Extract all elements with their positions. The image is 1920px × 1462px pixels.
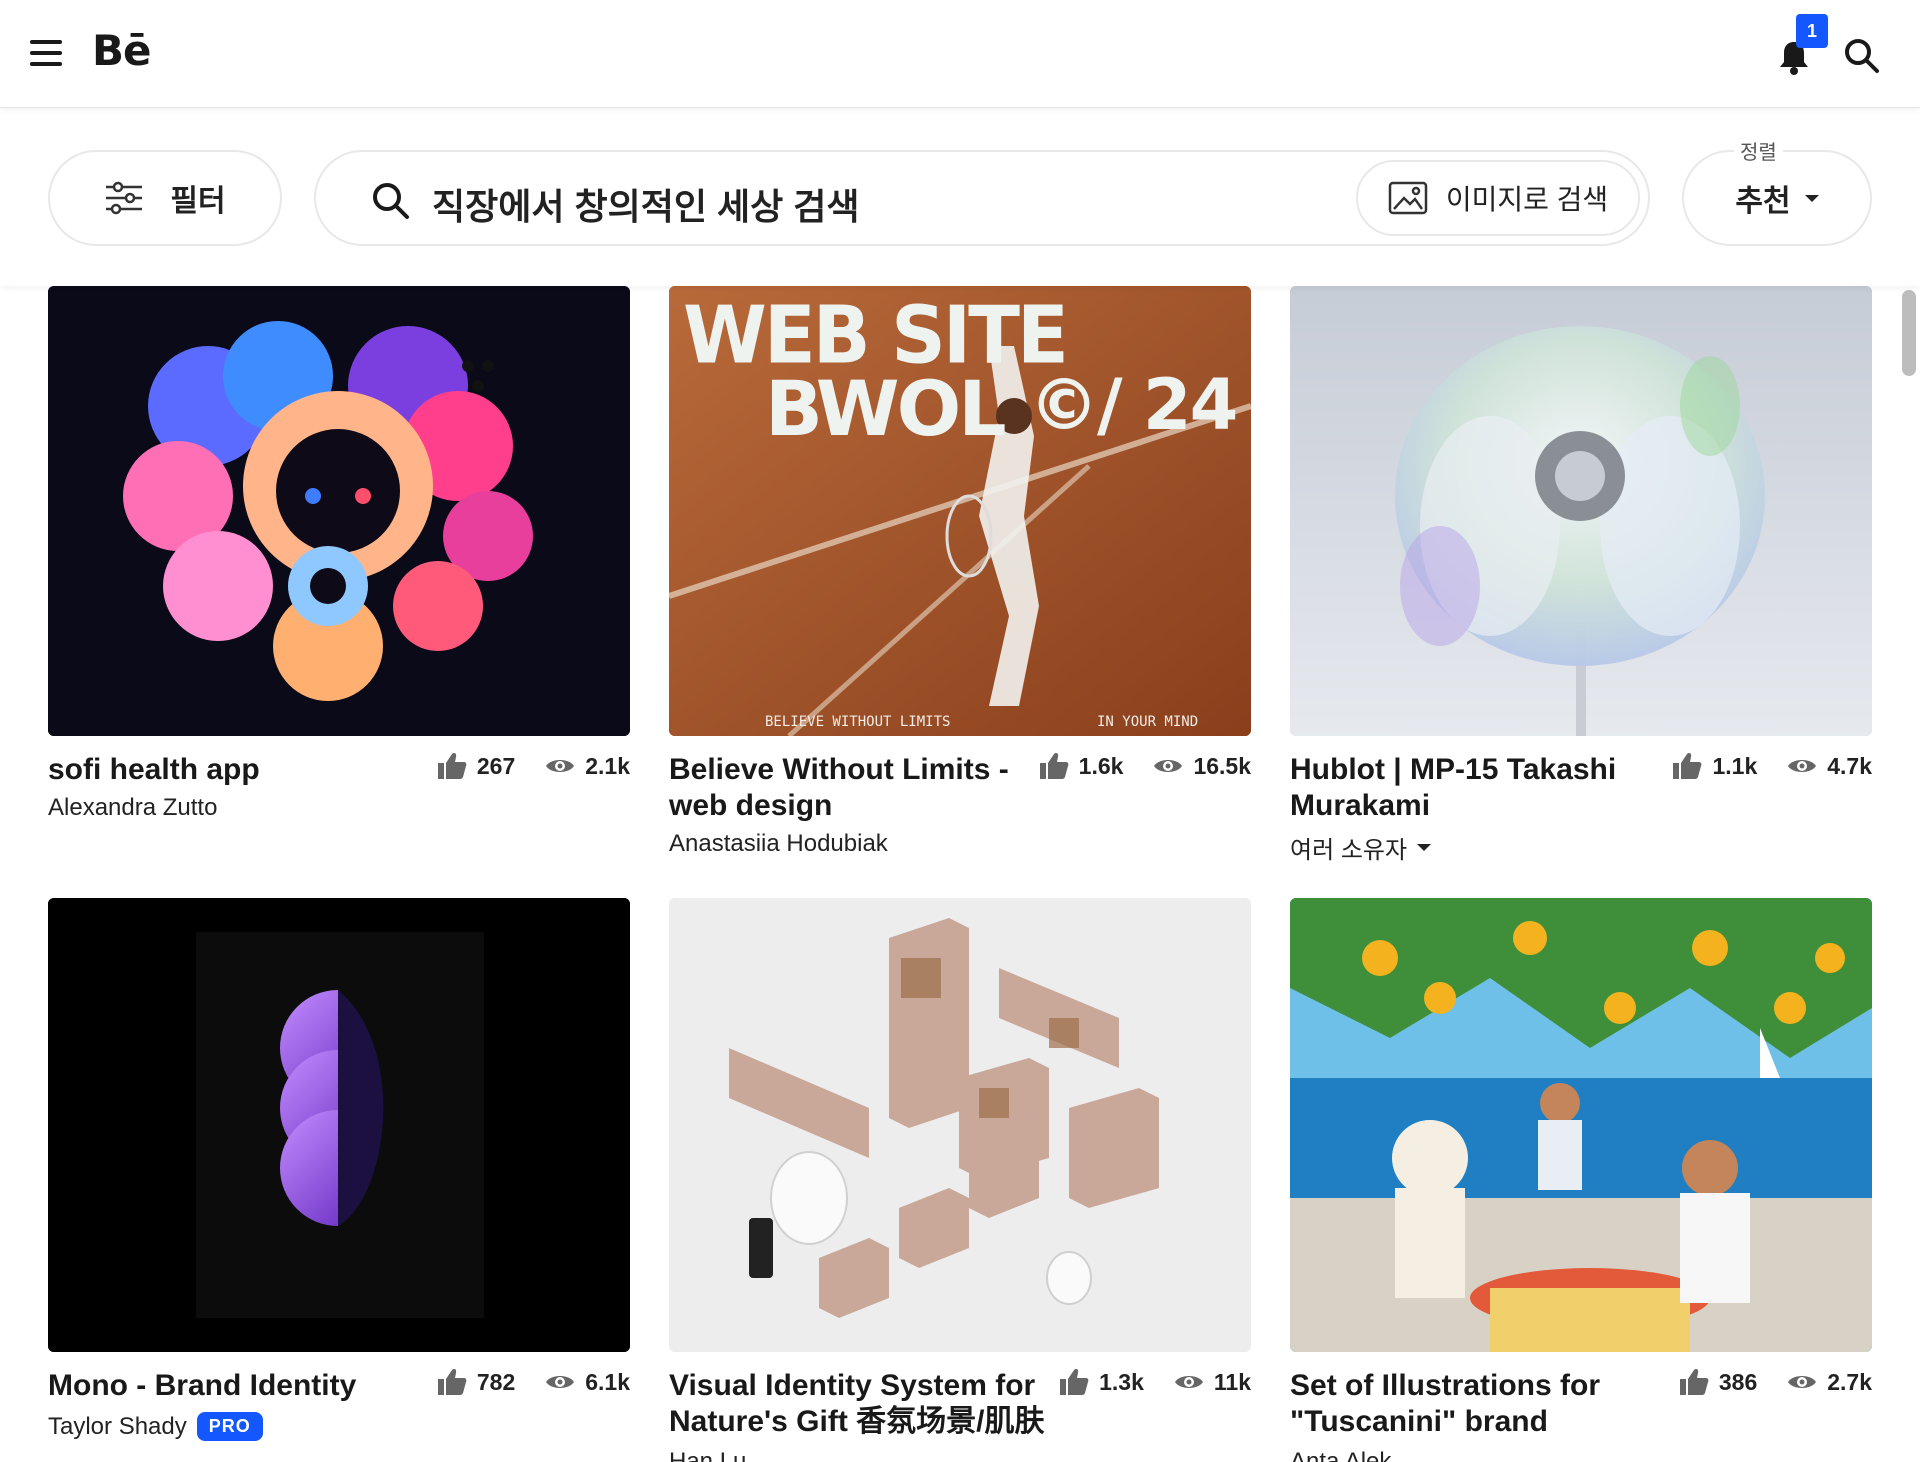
project-stats: 386 2.7k: [1679, 1368, 1872, 1396]
project-owner[interactable]: Taylor Shady PRO: [48, 1412, 263, 1441]
view-count: 2.1k: [585, 752, 630, 779]
search-field[interactable]: 직장에서 창의적인 세상 검색 이미지로 검색: [314, 150, 1650, 246]
thumbs-up-icon: [1039, 753, 1069, 779]
artwork-footer-right: IN YOUR MIND: [1097, 714, 1199, 730]
project-stats: 782 6.1k: [437, 1368, 630, 1396]
project-title[interactable]: Believe Without Limits - web design: [669, 752, 1029, 824]
owner-name: Alexandra Zutto: [48, 794, 218, 821]
like-count: 1.1k: [1712, 752, 1758, 779]
eye-icon: [1788, 760, 1817, 772]
project-title[interactable]: sofi health app: [48, 752, 428, 788]
project-thumbnail[interactable]: [1290, 286, 1872, 736]
like-count: 1.6k: [1078, 752, 1124, 779]
top-nav-bar: Bē 1: [0, 0, 1920, 108]
thumbs-up-icon: [1060, 1369, 1089, 1395]
project-card: sofi health app 267 2.1k Alexandra Zutto: [48, 286, 630, 856]
hublot-flower-render: [1290, 286, 1872, 736]
like-count: 267: [476, 752, 516, 779]
owner-name: Han Lu: [669, 1448, 747, 1462]
project-owner[interactable]: Anastasiia Hodubiak: [669, 830, 888, 858]
owner-name: 여러 소유자: [1290, 837, 1408, 864]
thumbs-up-icon: [437, 1369, 467, 1395]
pro-badge: PRO: [196, 1412, 263, 1441]
tuscanini-illustration: [1290, 898, 1872, 1352]
project-card: Mono - Brand Identity 782 6.1k Taylor Sh…: [48, 898, 630, 1462]
like-count: 782: [476, 1368, 516, 1395]
mono-poster: [48, 898, 630, 1352]
eye-icon: [1788, 1376, 1817, 1388]
project-stats: 1.6k 16.5k: [1039, 752, 1251, 780]
thumbs-up-icon: [437, 753, 467, 779]
filter-bar: 필터 직장에서 창의적인 세상 검색 이미지로 검색 정렬 추천: [0, 108, 1920, 286]
eye-icon: [546, 760, 575, 772]
notification-count-badge: 1: [1796, 14, 1828, 48]
multiple-owners-dropdown[interactable]: 여러 소유자: [1290, 830, 1432, 865]
packaging-photo: [669, 898, 1251, 1352]
search-icon[interactable]: [1842, 36, 1880, 74]
project-title[interactable]: Hublot | MP-15 Takashi Murakami: [1290, 752, 1630, 824]
owner-name: Anta Alek: [1290, 1448, 1392, 1462]
eye-icon: [1154, 760, 1183, 772]
project-title[interactable]: Visual Identity System for Nature's Gift…: [669, 1368, 1049, 1440]
menu-icon[interactable]: [30, 40, 62, 66]
image-search-button[interactable]: 이미지로 검색: [1356, 160, 1640, 236]
behance-logo[interactable]: Bē: [92, 26, 151, 75]
thumbs-up-icon: [1679, 1369, 1709, 1395]
thumbs-up-icon: [1673, 753, 1702, 779]
image-icon: [1388, 181, 1428, 215]
eye-icon: [546, 1376, 575, 1388]
project-owner[interactable]: Anta Alek: [1290, 1448, 1391, 1462]
sofi-illustration: [48, 286, 630, 736]
owner-name: Anastasiia Hodubiak: [669, 830, 888, 857]
sliders-icon: [106, 181, 143, 215]
project-thumbnail[interactable]: [48, 286, 630, 736]
view-count: 6.1k: [585, 1368, 630, 1395]
project-owner[interactable]: Han Lu: [669, 1448, 746, 1462]
artwork-title-3: ©/ 24: [1029, 364, 1238, 446]
project-card: Visual Identity System for Nature's Gift…: [669, 898, 1251, 1462]
view-count: 16.5k: [1193, 752, 1251, 779]
chevron-down-icon: [1417, 844, 1432, 851]
project-title[interactable]: Mono - Brand Identity: [48, 1368, 428, 1404]
page-scrollbar[interactable]: [1902, 290, 1916, 376]
project-card: Set of Illustrations for "Tuscanini" bra…: [1290, 898, 1872, 1462]
search-placeholder: 직장에서 창의적인 세상 검색: [432, 186, 860, 227]
chevron-down-icon: [1804, 194, 1819, 202]
project-thumbnail[interactable]: [1290, 898, 1872, 1352]
project-stats: 1.3k 11k: [1059, 1368, 1251, 1396]
view-count: 4.7k: [1827, 752, 1872, 779]
like-count: 386: [1718, 1368, 1758, 1395]
project-thumbnail[interactable]: [48, 898, 630, 1352]
image-search-label: 이미지로 검색: [1445, 184, 1609, 215]
view-count: 11k: [1213, 1368, 1251, 1395]
filter-button[interactable]: 필터: [48, 150, 282, 246]
eye-icon: [1174, 1376, 1203, 1388]
sort-caption: 정렬: [1734, 136, 1783, 165]
artwork-footer-left: BELIEVE WITHOUT LIMITS: [765, 714, 951, 730]
view-count: 2.7k: [1827, 1368, 1872, 1395]
owner-name: Taylor Shady: [48, 1412, 187, 1440]
filter-label: 필터: [170, 185, 226, 218]
search-icon: [373, 183, 409, 219]
project-card: Hublot | MP-15 Takashi Murakami 1.1k 4.7…: [1290, 286, 1872, 864]
project-stats: 1.1k 4.7k: [1672, 752, 1872, 780]
sort-value: 추천: [1735, 185, 1791, 218]
project-thumbnail[interactable]: WEB SITE BWOL ©/ 24 BELIEVE WITHOUT LIMI…: [669, 286, 1251, 736]
project-title[interactable]: Set of Illustrations for "Tuscanini" bra…: [1290, 1368, 1630, 1440]
project-card: WEB SITE BWOL ©/ 24 BELIEVE WITHOUT LIMI…: [669, 286, 1251, 858]
like-count: 1.3k: [1099, 1368, 1144, 1395]
project-owner[interactable]: Alexandra Zutto: [48, 794, 217, 822]
project-stats: 267 2.1k: [437, 752, 630, 780]
artwork-title-2: BWOL: [765, 364, 1007, 453]
project-thumbnail[interactable]: [669, 898, 1251, 1352]
